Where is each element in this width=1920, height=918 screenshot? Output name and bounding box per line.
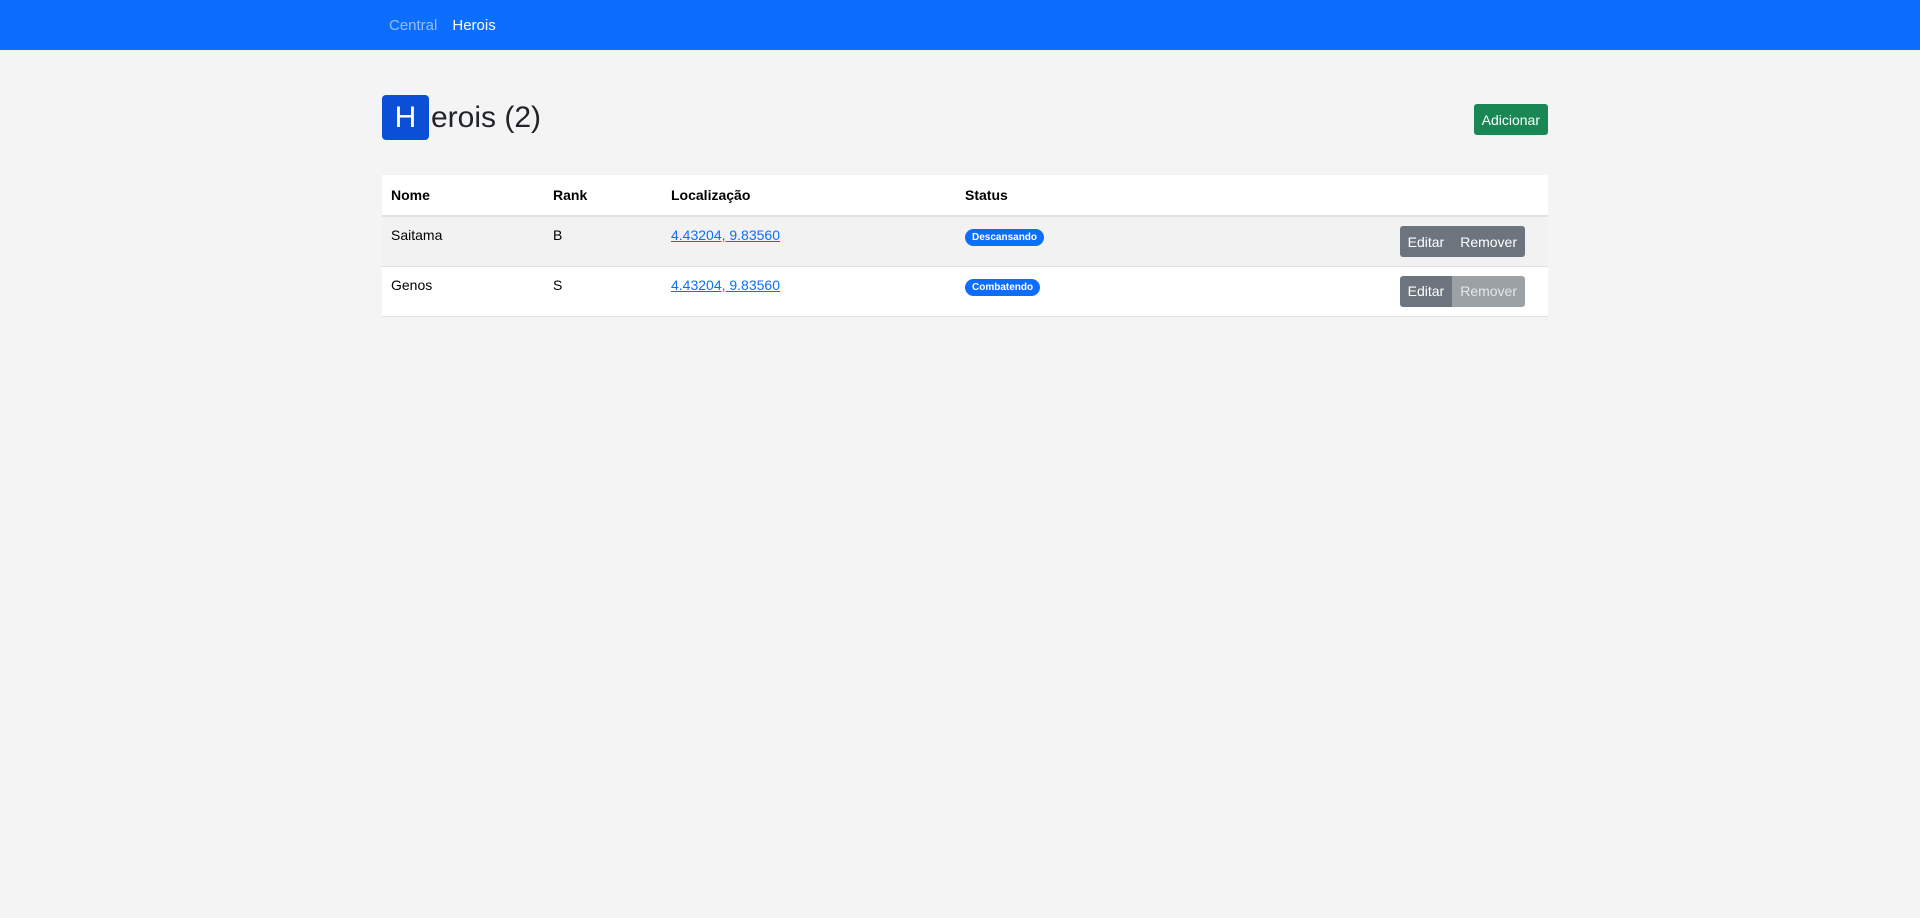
status-badge: Combatendo [965, 278, 1041, 296]
page-title: H erois (2) [382, 95, 541, 140]
column-header-status: Status [956, 175, 1256, 217]
hero-rank-cell: B [544, 216, 662, 267]
title-text: erois (2) [431, 100, 542, 134]
nav-links: Central Herois [389, 0, 511, 50]
location-link[interactable]: 4.43204, 9.83560 [671, 227, 780, 243]
hero-actions-cell: Editar Remover [1256, 266, 1548, 317]
remove-button[interactable]: Remover [1452, 226, 1525, 257]
nav-link-central[interactable]: Central [389, 17, 437, 34]
hero-rank-cell: S [544, 266, 662, 317]
title-initial-badge: H [382, 95, 429, 140]
status-badge: Descansando [965, 229, 1045, 246]
table-header: Nome Rank Localização Status [382, 175, 1548, 217]
nav-link-herois[interactable]: Herois [452, 17, 495, 34]
table-row: Saitama B 4.43204, 9.83560 Descansando E… [382, 216, 1548, 267]
main-content: H erois (2) Adicionar Nome Rank Localiza… [382, 50, 1548, 317]
edit-button[interactable]: Editar [1399, 275, 1453, 307]
hero-actions-cell: Editar Remover [1256, 216, 1548, 267]
hero-status-cell: Descansando [956, 216, 1256, 267]
hero-name-cell: Genos [382, 266, 544, 317]
page-header: H erois (2) Adicionar [382, 50, 1548, 175]
hero-name-cell: Saitama [382, 216, 544, 267]
table-row: Genos S 4.43204, 9.83560 Combatendo Edit… [382, 266, 1548, 317]
add-hero-button[interactable]: Adicionar [1473, 104, 1548, 135]
table-header-row: Nome Rank Localização Status [382, 175, 1548, 217]
top-navbar: Central Herois [0, 0, 1920, 50]
remove-button[interactable]: Remover [1452, 275, 1525, 307]
column-header-localizacao: Localização [662, 175, 956, 217]
column-header-actions [1256, 175, 1548, 217]
table-body: Saitama B 4.43204, 9.83560 Descansando E… [382, 216, 1548, 317]
hero-location-cell: 4.43204, 9.83560 [662, 266, 956, 317]
column-header-rank: Rank [544, 175, 662, 217]
edit-button[interactable]: Editar [1399, 226, 1453, 257]
hero-status-cell: Combatendo [956, 266, 1256, 317]
column-header-nome: Nome [382, 175, 544, 217]
action-button-group: Editar Remover [1399, 226, 1525, 257]
action-button-group: Editar Remover [1399, 275, 1525, 307]
location-link[interactable]: 4.43204, 9.83560 [671, 277, 780, 293]
heroes-table: Nome Rank Localização Status Saitama B 4… [382, 175, 1548, 317]
hero-location-cell: 4.43204, 9.83560 [662, 216, 956, 267]
